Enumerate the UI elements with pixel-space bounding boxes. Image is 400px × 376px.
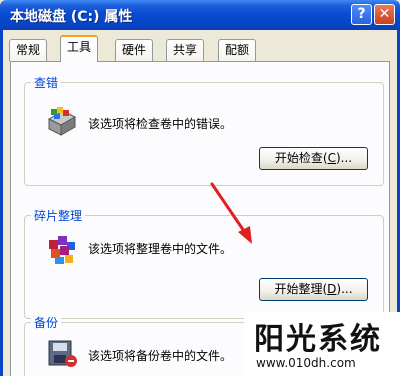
- error-check-description: 该选项将检查卷中的错误。: [88, 117, 233, 131]
- watermark-brand: 阳光系统: [254, 322, 382, 357]
- backup-description: 该选项将备份卷中的文件。: [88, 349, 233, 363]
- defrag-now-button[interactable]: 开始整理(D)...: [259, 278, 368, 301]
- backup-icon: [48, 340, 77, 367]
- defrag-label: 碎片整理: [31, 207, 86, 224]
- defrag-now-button-prefix: 开始整理(: [274, 282, 328, 296]
- error-check-icon: [47, 107, 77, 136]
- title-bar: 本地磁盘 (C:) 属性 ? ✕: [0, 0, 400, 30]
- help-button[interactable]: ?: [351, 4, 372, 25]
- close-button[interactable]: ✕: [374, 4, 395, 25]
- tab-quota[interactable]: 配额: [218, 39, 257, 61]
- tab-general[interactable]: 常规: [9, 39, 48, 61]
- defrag-group: 碎片整理 该选项将整理卷中的文件。 开始整理(D)...: [24, 207, 384, 319]
- watermark-logo: 阳光系统 www.010dh.com: [244, 312, 400, 376]
- check-now-button-hotkey: C: [327, 151, 336, 165]
- error-check-label: 查错: [31, 74, 62, 91]
- check-now-button-suffix: )...: [335, 151, 353, 165]
- backup-label: 备份: [31, 314, 62, 331]
- red-arrow-icon: [210, 182, 252, 244]
- window-title: 本地磁盘 (C:) 属性: [10, 9, 133, 25]
- tab-sharing[interactable]: 共享: [166, 39, 205, 61]
- check-now-button[interactable]: 开始检查(C)...: [259, 147, 368, 170]
- tab-tools[interactable]: 工具: [60, 35, 99, 62]
- watermark-url: www.010dh.com: [256, 356, 356, 370]
- error-check-group: 查错 该选项将检查卷中的错误。 开始检查(C)...: [24, 74, 384, 186]
- tab-hardware[interactable]: 硬件: [115, 39, 154, 61]
- defrag-now-button-suffix: )...: [336, 282, 353, 296]
- defrag-icon: [49, 236, 75, 264]
- check-now-button-prefix: 开始检查(: [274, 151, 328, 165]
